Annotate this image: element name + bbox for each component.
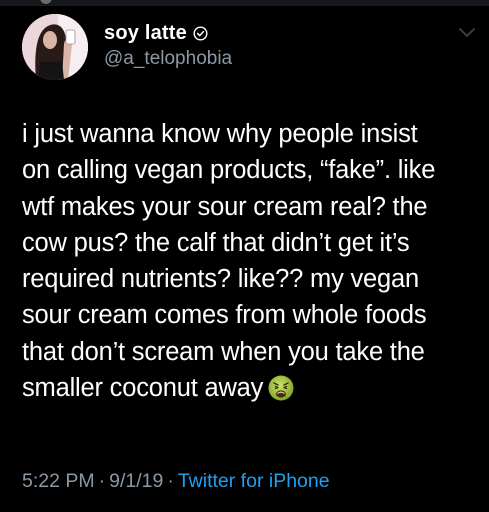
- tweet-line: required nutrients? like?? my vegan: [22, 265, 419, 294]
- nauseated-face-icon: [267, 374, 295, 402]
- tweet-line: on calling vegan products, “fake”. like: [22, 156, 436, 185]
- tweet-source-link[interactable]: Twitter for iPhone: [178, 470, 330, 492]
- tweet-time[interactable]: 5:22 PM: [22, 470, 95, 492]
- display-name[interactable]: soy latte: [104, 22, 187, 45]
- profile-photo-icon: [22, 14, 88, 80]
- chevron-down-icon[interactable]: [458, 26, 476, 40]
- author-name-row[interactable]: soy latte: [104, 22, 208, 45]
- tweet-meta: 5:22 PM · 9/1/19 · Twitter for iPhone: [22, 470, 330, 493]
- tweet-date[interactable]: 9/1/19: [109, 470, 163, 492]
- tweet-line: that don’t scream when you take the: [22, 337, 425, 366]
- tweet-header: soy latte @a_telophobia: [0, 0, 489, 100]
- meta-separator: ·: [98, 470, 106, 492]
- avatar[interactable]: [22, 14, 88, 80]
- meta-separator: ·: [167, 470, 174, 492]
- tweet-line: i just wanna know why people insist: [22, 120, 418, 148]
- verified-badge-icon: [193, 26, 208, 41]
- tweet-line-last: smaller coconut away: [22, 370, 474, 406]
- tweet-line-text: smaller coconut away: [22, 374, 264, 403]
- tweet-line: wtf makes your sour cream real? the: [22, 192, 428, 221]
- tweet-line: cow pus? the calf that didn’t get it’s: [22, 228, 410, 257]
- author-handle[interactable]: @a_telophobia: [104, 48, 232, 70]
- tweet-line: sour cream comes from whole foods: [22, 301, 427, 330]
- tweet-text: i just wanna know why people insist on c…: [22, 116, 474, 406]
